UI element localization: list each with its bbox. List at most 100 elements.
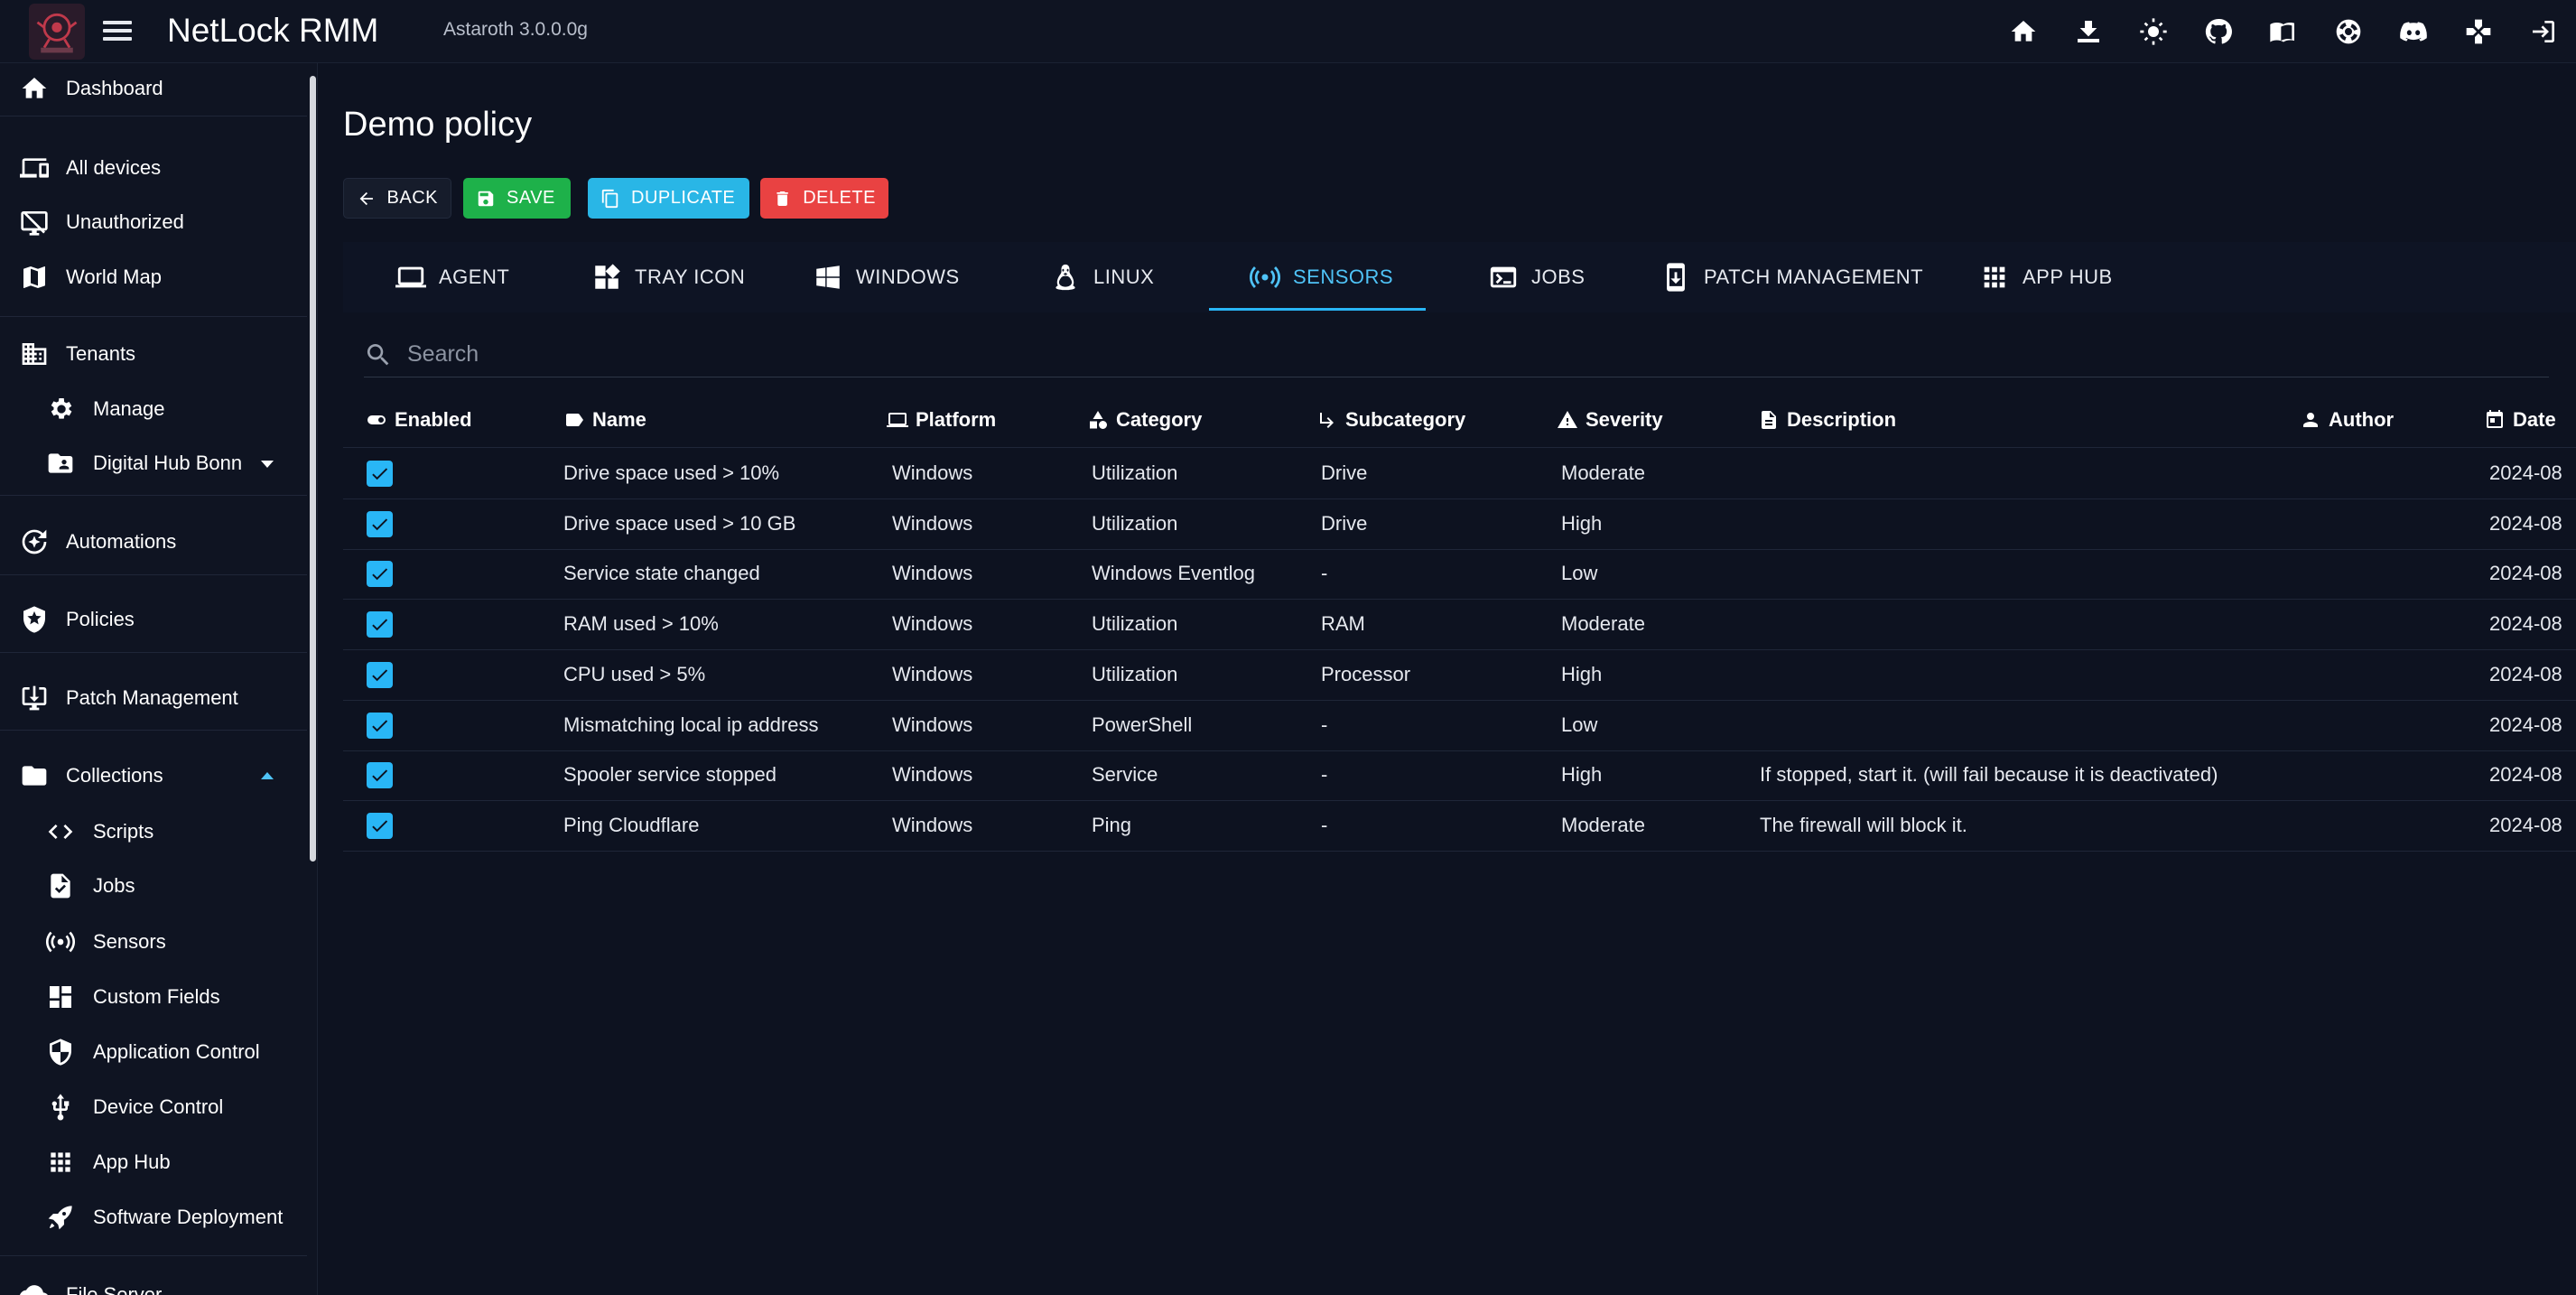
custom-fields-icon bbox=[43, 980, 78, 1014]
table-row[interactable]: RAM used > 10% Windows Utilization RAM Moder… bbox=[343, 600, 2576, 651]
sidebar-item-collections[interactable]: Collections bbox=[0, 750, 307, 801]
tab-windows[interactable]: WINDOWS bbox=[813, 242, 960, 312]
table-row[interactable]: Mismatching local ip address Windows Power… bbox=[343, 701, 2576, 751]
tab-app-hub[interactable]: APP HUB bbox=[1979, 242, 2113, 312]
usb-icon bbox=[43, 1090, 78, 1124]
tab-agent[interactable]: AGENT bbox=[395, 242, 509, 312]
enabled-checkbox[interactable] bbox=[367, 812, 393, 839]
docs-book-icon[interactable] bbox=[2251, 0, 2316, 63]
enabled-checkbox[interactable] bbox=[367, 611, 393, 638]
cloud-icon bbox=[17, 1278, 51, 1295]
duplicate-button[interactable]: DUPLICATE bbox=[588, 178, 749, 219]
back-button[interactable]: BACK bbox=[343, 178, 451, 219]
sidebar-item-digital-hub-bonn[interactable]: Digital Hub Bonn bbox=[0, 438, 307, 489]
cell-platform: Windows bbox=[892, 511, 973, 535]
column-header-author[interactable]: Author bbox=[2300, 406, 2394, 433]
table-row[interactable]: Drive space used > 10 GB Windows Utilizati… bbox=[343, 499, 2576, 550]
table-row[interactable]: Drive space used > 10% Windows Utilization… bbox=[343, 449, 2576, 499]
sidebar-item-patch-management[interactable]: Patch Management bbox=[0, 673, 307, 723]
code-icon bbox=[43, 815, 78, 849]
sidebar-item-unauthorized[interactable]: Unauthorized bbox=[0, 197, 307, 247]
menu-line bbox=[103, 21, 132, 24]
column-header-description[interactable]: Description bbox=[1758, 406, 1896, 433]
sidebar-item-sensors[interactable]: Sensors bbox=[0, 917, 307, 967]
tab-patch-management[interactable]: PATCH MANAGEMENT bbox=[1660, 242, 1923, 312]
sidebar-item-label: App Hub bbox=[93, 1151, 171, 1173]
chevron-down-icon[interactable] bbox=[261, 461, 274, 468]
hamburger-menu-button[interactable] bbox=[103, 18, 132, 45]
check-icon bbox=[372, 669, 388, 682]
save-icon bbox=[478, 191, 494, 206]
column-header-category[interactable]: Category bbox=[1087, 406, 1202, 433]
sidebar-item-manage[interactable]: Manage bbox=[0, 384, 307, 434]
sidebar-item-custom-fields[interactable]: Custom Fields bbox=[0, 972, 307, 1022]
cell-name: CPU used > 5% bbox=[563, 662, 706, 685]
sidebar-item-scripts[interactable]: Scripts bbox=[0, 806, 307, 857]
sidebar-item-label: File Server bbox=[66, 1283, 163, 1295]
sidebar-item-tenants[interactable]: Tenants bbox=[0, 329, 307, 379]
sidebar-item-world-map[interactable]: World Map bbox=[0, 252, 307, 303]
column-header-severity[interactable]: Severity bbox=[1557, 406, 1663, 433]
gamepad-icon[interactable] bbox=[2446, 0, 2511, 63]
tab-jobs[interactable]: JOBS bbox=[1488, 242, 1585, 312]
enabled-checkbox[interactable] bbox=[367, 561, 393, 588]
cell-date: 2024-08 bbox=[2489, 562, 2562, 585]
column-header-name[interactable]: Name bbox=[563, 406, 646, 433]
sidebar-item-label: Unauthorized bbox=[66, 210, 184, 233]
column-label: Enabled bbox=[395, 408, 472, 431]
delete-button[interactable]: DELETE bbox=[760, 178, 888, 219]
tab-tray-icon[interactable]: TRAY ICON bbox=[591, 242, 745, 312]
back-button-label: BACK bbox=[386, 188, 438, 208]
tab-sensors[interactable]: SENSORS bbox=[1250, 242, 1393, 312]
discord-icon[interactable] bbox=[2381, 0, 2446, 63]
sidebar-item-all-devices[interactable]: All devices bbox=[0, 143, 307, 193]
tab-linux[interactable]: LINUX bbox=[1050, 242, 1154, 312]
sidebar-item-automations[interactable]: Automations bbox=[0, 517, 307, 567]
gear-icon bbox=[43, 392, 78, 426]
download-icon[interactable] bbox=[2056, 0, 2121, 63]
cell-platform: Windows bbox=[892, 813, 973, 836]
search-input[interactable] bbox=[407, 338, 2484, 370]
table-row[interactable]: CPU used > 5% Windows Utilization Processor… bbox=[343, 650, 2576, 701]
cell-name: Spooler service stopped bbox=[563, 763, 777, 787]
enabled-checkbox[interactable] bbox=[367, 461, 393, 487]
tab-label: APP HUB bbox=[2023, 266, 2113, 288]
enabled-checkbox[interactable] bbox=[367, 661, 393, 688]
logout-icon[interactable] bbox=[2511, 0, 2576, 63]
support-icon[interactable] bbox=[2316, 0, 2381, 63]
sidebar-item-label: Dashboard bbox=[66, 77, 163, 99]
table-row[interactable]: Ping Cloudflare Windows Ping - Moderate The f… bbox=[343, 801, 2576, 852]
sidebar-item-app-hub[interactable]: App Hub bbox=[0, 1137, 307, 1188]
chevron-up-icon[interactable] bbox=[261, 772, 274, 779]
github-icon[interactable] bbox=[2186, 0, 2251, 63]
shield-icon bbox=[43, 1035, 78, 1069]
sidebar-item-policies[interactable]: Policies bbox=[0, 594, 307, 645]
cell-severity: High bbox=[1561, 763, 1603, 787]
map-icon bbox=[17, 260, 51, 294]
column-header-platform[interactable]: Platform bbox=[887, 406, 996, 433]
table-row[interactable]: Service state changed Windows Windows Even… bbox=[343, 549, 2576, 601]
cell-category: Ping bbox=[1092, 813, 1132, 836]
sidebar-item-device-control[interactable]: Device Control bbox=[0, 1082, 307, 1132]
save-button[interactable]: SAVE bbox=[463, 178, 571, 219]
netlock-logo[interactable] bbox=[29, 4, 85, 60]
theme-toggle-icon[interactable] bbox=[2121, 0, 2186, 63]
app-title: NetLock RMM bbox=[167, 12, 379, 49]
sidebar-item-jobs[interactable]: Jobs bbox=[0, 861, 307, 911]
enabled-checkbox[interactable] bbox=[367, 712, 393, 739]
widgets-icon bbox=[595, 264, 620, 289]
sidebar-item-label: World Map bbox=[66, 266, 162, 288]
sidebar-item-software-deployment[interactable]: Software Deployment bbox=[0, 1192, 307, 1243]
home-icon[interactable] bbox=[1991, 0, 2056, 63]
phone-download-icon bbox=[1667, 263, 1685, 292]
sidebar-item-dashboard[interactable]: Dashboard bbox=[0, 63, 307, 114]
column-header-enabled[interactable]: Enabled bbox=[366, 406, 472, 433]
sidebar-item-application-control[interactable]: Application Control bbox=[0, 1027, 307, 1077]
sidebar-item-file-server[interactable]: File Server bbox=[0, 1270, 307, 1295]
column-header-subcategory[interactable]: Subcategory bbox=[1316, 406, 1465, 433]
table-row[interactable]: Spooler service stopped Windows Service - Hi… bbox=[343, 750, 2576, 802]
sidebar-scrollbar[interactable] bbox=[310, 76, 316, 862]
enabled-checkbox[interactable] bbox=[367, 762, 393, 789]
enabled-checkbox[interactable] bbox=[367, 510, 393, 537]
column-header-date[interactable]: Date bbox=[2484, 406, 2556, 433]
